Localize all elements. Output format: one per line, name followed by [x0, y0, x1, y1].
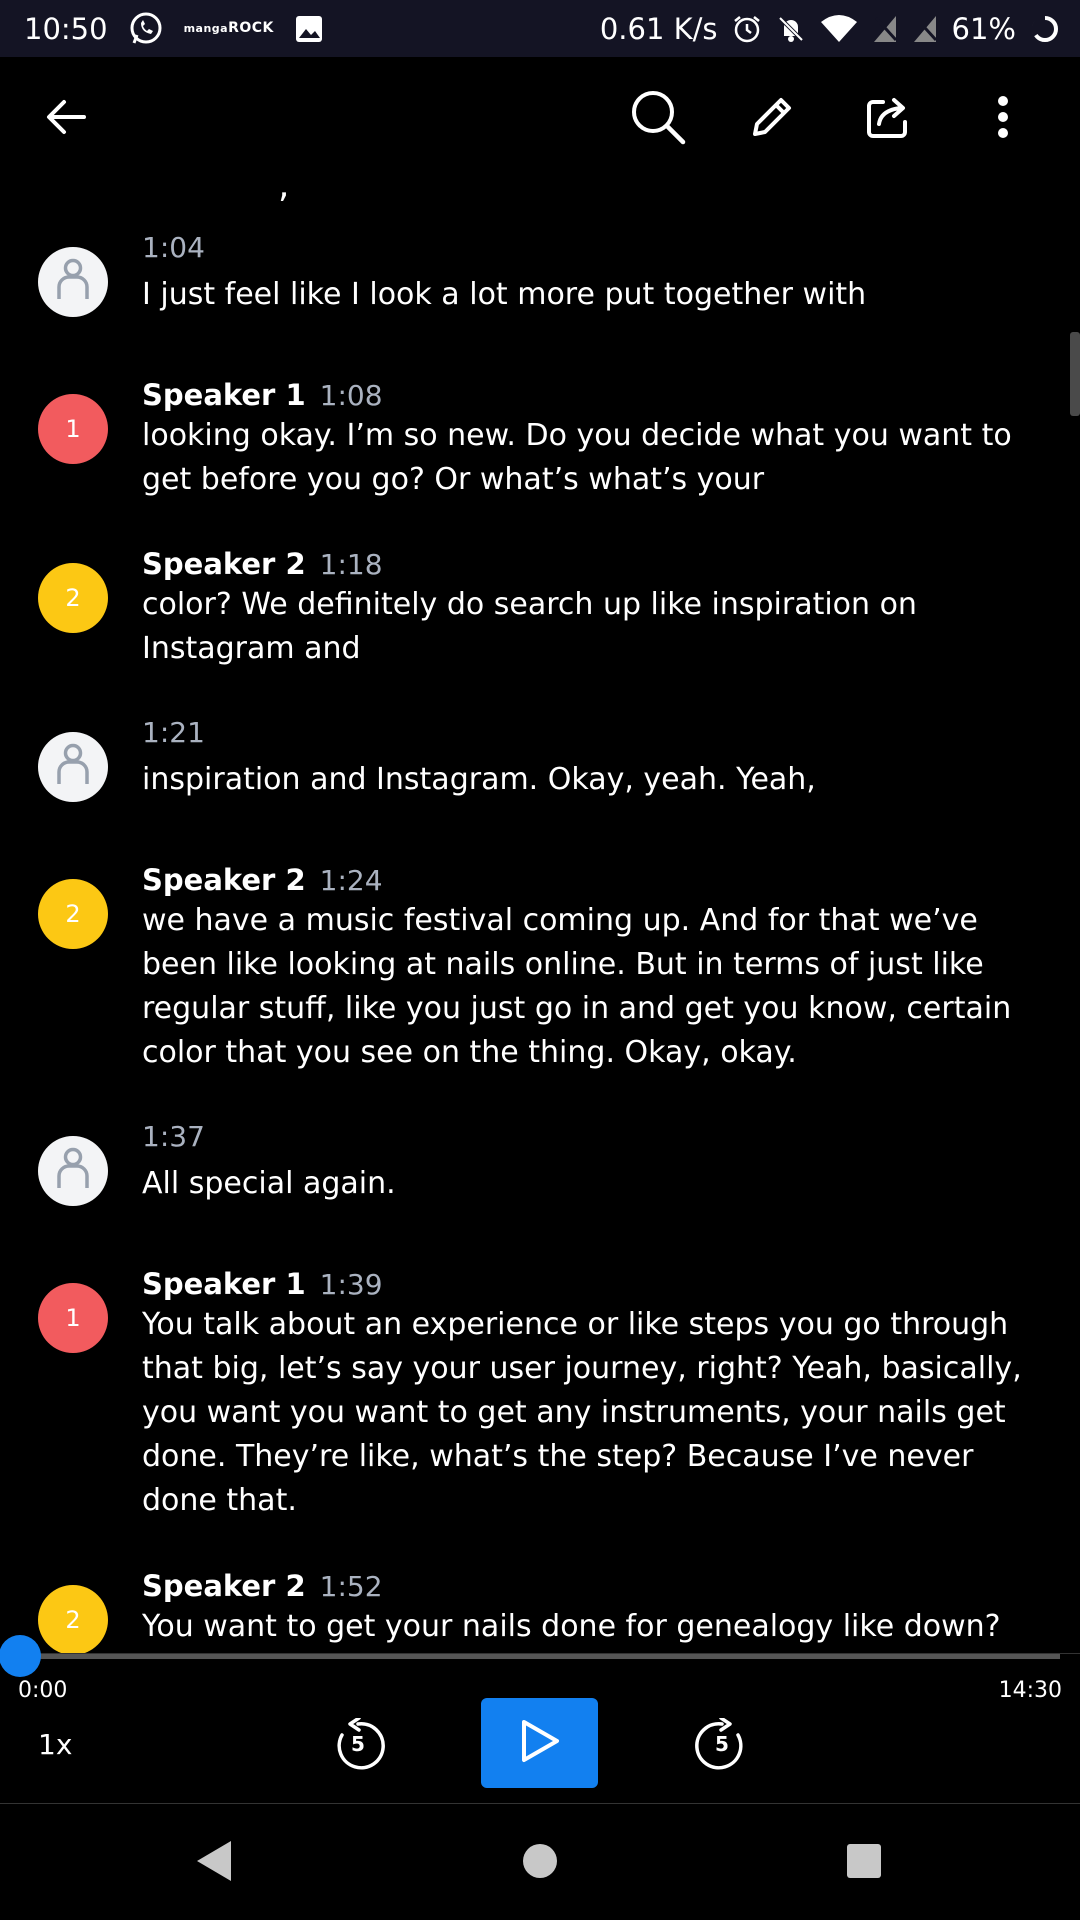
alarm-icon: [732, 14, 762, 44]
avatar-number: 1: [65, 415, 81, 443]
image-icon: [294, 14, 324, 44]
nav-recents-button[interactable]: [834, 1833, 894, 1893]
more-vert-icon: [993, 94, 1013, 144]
playback-speed-button[interactable]: 1x: [38, 1728, 72, 1761]
timestamp[interactable]: 1:24: [320, 864, 383, 897]
avatar-number: 2: [65, 1606, 81, 1634]
audio-player: 0:00 14:30 1x 5 5: [0, 1635, 1080, 1804]
timestamp[interactable]: 1:04: [142, 231, 205, 264]
cut-off-text: ,: [278, 185, 290, 206]
app-bar: [0, 57, 1080, 185]
rewind-button[interactable]: 5: [330, 1718, 386, 1774]
speaker-name[interactable]: Speaker 1: [142, 378, 306, 412]
timestamp[interactable]: 1:08: [320, 379, 383, 412]
battery-ring-icon: [1030, 14, 1060, 44]
search-icon: [629, 88, 687, 150]
transcript-text: You want to get your nails done for gene…: [142, 1609, 1001, 1644]
timestamp[interactable]: 1:37: [142, 1120, 205, 1153]
nav-recents-icon: [845, 1842, 883, 1884]
transcript-text: All special again.: [142, 1166, 396, 1201]
transcript-text: I just feel like I look a lot more put t…: [142, 277, 867, 312]
bell-off-icon: [776, 14, 806, 44]
avatar[interactable]: [38, 1136, 108, 1206]
avatar[interactable]: [38, 247, 108, 317]
speaker-name[interactable]: Speaker 2: [142, 547, 306, 581]
avatar[interactable]: 2: [38, 1585, 108, 1653]
rewind-5-icon: 5: [330, 1718, 386, 1774]
network-speed: 0.61 K/s: [599, 11, 718, 46]
timestamp[interactable]: 1:18: [320, 548, 383, 581]
pencil-icon: [749, 94, 795, 144]
more-options-button[interactable]: [971, 87, 1035, 151]
no-signal-icon: [912, 14, 938, 44]
avatar[interactable]: 1: [38, 394, 108, 464]
back-arrow-icon: [44, 95, 88, 143]
forward-5-icon: 5: [694, 1718, 750, 1774]
nav-back-button[interactable]: [185, 1833, 245, 1893]
edit-button[interactable]: [740, 87, 804, 151]
transcript-text: inspiration and Instagram. Okay, yeah. Y…: [142, 762, 816, 797]
avatar-number: 2: [65, 584, 81, 612]
forward-seconds: 5: [715, 1732, 729, 1756]
current-time: 0:00: [18, 1678, 68, 1703]
speaker-name[interactable]: Speaker 2: [142, 863, 306, 897]
forward-button[interactable]: 5: [694, 1718, 750, 1774]
timestamp[interactable]: 1:39: [320, 1268, 383, 1301]
person-icon: [56, 1146, 90, 1196]
whatsapp-icon: [128, 11, 164, 47]
avatar[interactable]: 1: [38, 1283, 108, 1353]
scrollbar-thumb[interactable]: [1070, 332, 1080, 416]
share-icon: [863, 92, 913, 146]
rewind-seconds: 5: [351, 1732, 365, 1756]
wifi-icon: [820, 14, 858, 44]
search-button[interactable]: [626, 87, 690, 151]
manga-rock-icon: manga ROCK: [183, 20, 274, 36]
avatar[interactable]: 2: [38, 563, 108, 633]
person-icon: [56, 742, 90, 792]
battery-percent: 61%: [951, 11, 1016, 46]
status-bar: 10:50 manga ROCK 0.61 K/s 61%: [0, 0, 1080, 57]
no-signal-icon: [872, 14, 898, 44]
nav-home-button[interactable]: [510, 1833, 570, 1893]
back-button[interactable]: [34, 87, 98, 151]
play-icon: [517, 1718, 563, 1768]
transcript-text: looking okay. I’m so new. Do you decide …: [142, 418, 1012, 497]
timestamp[interactable]: 1:21: [142, 716, 205, 749]
avatar-number: 2: [65, 900, 81, 928]
total-time: 14:30: [998, 1678, 1062, 1703]
timestamp[interactable]: 1:52: [320, 1570, 383, 1603]
manga-bottom-text: ROCK: [228, 20, 274, 36]
nav-back-icon: [195, 1839, 235, 1887]
nav-home-icon: [521, 1842, 559, 1884]
manga-top-text: manga: [183, 22, 229, 35]
status-time: 10:50: [24, 11, 108, 46]
avatar-number: 1: [65, 1304, 81, 1332]
progress-track[interactable]: [0, 1635, 1060, 1677]
transcript-text: You talk about an experience or like ste…: [142, 1307, 1022, 1518]
transcript-text: color? We definitely do search up like i…: [142, 587, 917, 666]
progress-thumb[interactable]: [0, 1635, 41, 1677]
transcript-list[interactable]: , 1:04 I just feel like I look a lot mor…: [0, 185, 1080, 1653]
play-button[interactable]: [481, 1698, 598, 1788]
speaker-name[interactable]: Speaker 2: [142, 1569, 306, 1603]
avatar[interactable]: [38, 732, 108, 802]
transcript-text: we have a music festival coming up. And …: [142, 903, 1012, 1070]
person-icon: [56, 257, 90, 307]
share-button[interactable]: [856, 87, 920, 151]
system-nav-bar: [0, 1805, 1080, 1920]
avatar[interactable]: 2: [38, 879, 108, 949]
speaker-name[interactable]: Speaker 1: [142, 1267, 306, 1301]
